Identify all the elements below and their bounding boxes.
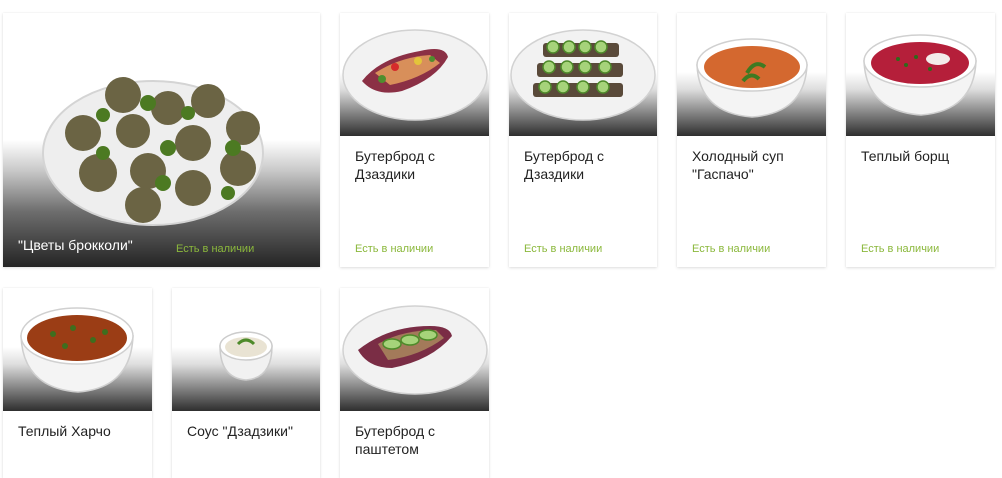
product-image	[509, 13, 657, 136]
product-card-tzatziki-sandwich-1[interactable]: Бутерброд с Дзаздики Есть в наличии	[340, 13, 489, 267]
stock-status: Есть в наличии	[355, 243, 434, 255]
broccoli-plate-image	[42, 77, 264, 226]
product-image	[3, 13, 320, 267]
product-title[interactable]: Бутерброд с паштетом	[355, 422, 479, 458]
stock-status: Есть в наличии	[524, 243, 603, 255]
product-card-borscht[interactable]: Теплый борщ Есть в наличии	[846, 13, 995, 267]
stock-status: Есть в наличии	[861, 243, 940, 255]
product-image	[340, 13, 489, 136]
sandwich-tzatziki-image	[342, 29, 488, 121]
stock-status: Есть в наличии	[692, 243, 771, 255]
product-card-pate-sandwich[interactable]: Бутерброд с паштетом	[340, 288, 489, 478]
borscht-bowl-image	[863, 34, 977, 116]
product-title[interactable]: Теплый Харчо	[18, 422, 142, 440]
product-image	[846, 13, 995, 136]
product-card-tzatziki-sandwich-2[interactable]: Бутерброд с Дзаздики Есть в наличии	[509, 13, 657, 267]
product-title[interactable]: Холодный суп "Гаспачо"	[692, 147, 816, 183]
tzatziki-sauce-image	[219, 331, 273, 381]
stock-status: Есть в наличии	[176, 243, 255, 255]
product-image	[340, 288, 489, 411]
product-title[interactable]: Соус "Дзадзики"	[187, 422, 310, 440]
product-card-gazpacho[interactable]: Холодный суп "Гаспачо" Есть в наличии	[677, 13, 826, 267]
pate-sandwich-image	[342, 305, 488, 395]
product-title[interactable]: Теплый борщ	[861, 147, 985, 165]
cucumber-sandwiches-image	[510, 29, 656, 121]
product-card-broccoli[interactable]: "Цветы брокколи" Есть в наличии	[3, 13, 320, 267]
product-title[interactable]: Бутерброд с Дзаздики	[355, 147, 479, 183]
gazpacho-bowl-image	[696, 38, 808, 118]
product-image	[172, 288, 320, 411]
product-title[interactable]: Бутерброд с Дзаздики	[524, 147, 647, 183]
product-card-tzatziki-sauce[interactable]: Соус "Дзадзики"	[172, 288, 320, 478]
product-image	[677, 13, 826, 136]
product-image	[3, 288, 152, 411]
product-title[interactable]: "Цветы брокколи"	[18, 236, 310, 254]
kharcho-bowl-image	[20, 307, 134, 393]
product-card-kharcho[interactable]: Теплый Харчо	[3, 288, 152, 478]
